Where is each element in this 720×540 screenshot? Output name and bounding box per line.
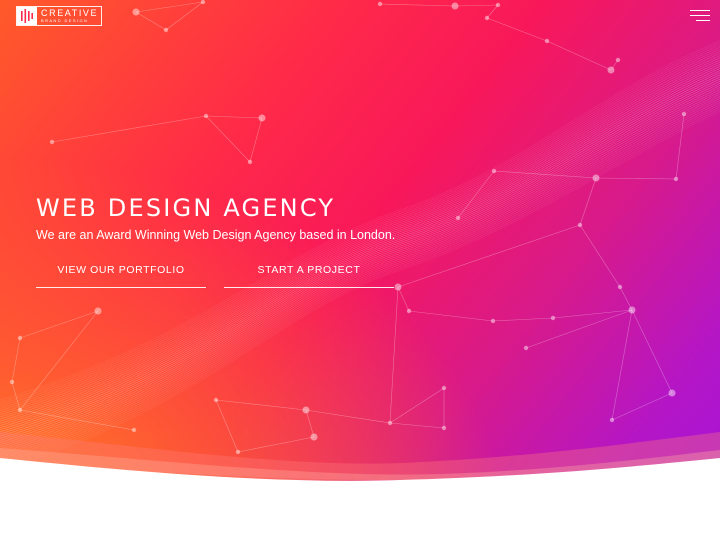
view-portfolio-button[interactable]: VIEW OUR PORTFOLIO (36, 262, 206, 288)
hero-subheadline: We are an Award Winning Web Design Agenc… (36, 228, 396, 242)
network-lines (11, 1, 685, 453)
wave-lines (0, 40, 720, 471)
logo-title: CREATIVE (41, 8, 99, 18)
hamburger-menu-icon[interactable] (690, 10, 710, 24)
logo-subtitle: BRAND DESIGN (41, 18, 89, 23)
brand-logo[interactable]: CREATIVE BRAND DESIGN (16, 6, 102, 26)
hero-headline: WEB DESIGN AGENCY (36, 194, 336, 222)
start-project-button[interactable]: START A PROJECT (224, 262, 394, 288)
logo-mark-icon (17, 7, 37, 25)
